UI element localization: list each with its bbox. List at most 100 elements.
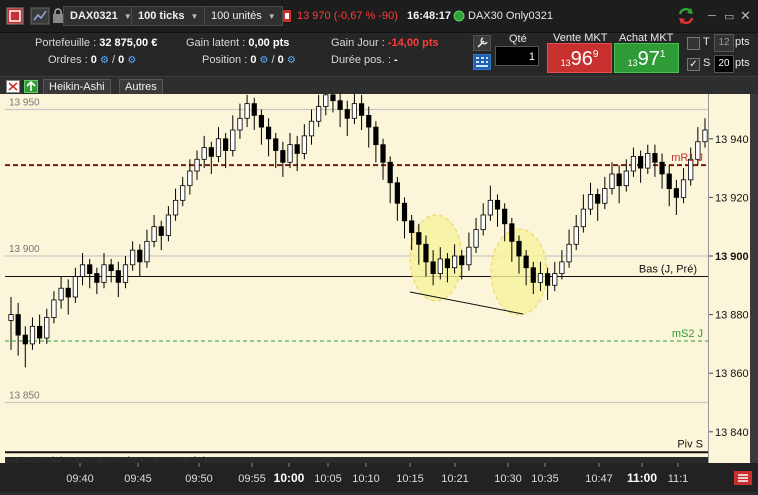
candle-body	[108, 264, 114, 272]
x-tick-label: 10:10	[352, 473, 380, 485]
candle-body	[580, 208, 586, 228]
candle-body	[273, 138, 279, 151]
restore-icon[interactable]: ▭	[724, 6, 734, 26]
candle-body	[230, 129, 236, 151]
candle-body	[451, 255, 458, 269]
candle-body	[358, 103, 365, 116]
candle-body	[223, 138, 229, 151]
candle-body	[609, 173, 615, 190]
ms2-label: mS2 J	[672, 328, 703, 340]
t-label: T	[703, 36, 710, 48]
candle-body	[294, 144, 300, 154]
candle-body	[165, 214, 172, 236]
others-button[interactable]: Autres	[119, 79, 163, 95]
ticks-select[interactable]: 100 ticks ▼	[131, 6, 206, 26]
t-value-input[interactable]: 12	[714, 34, 734, 52]
candle-body	[301, 135, 307, 154]
close-icon[interactable]: ✕	[740, 6, 751, 26]
y-tick-label: 13 900	[715, 251, 749, 263]
candle-body	[466, 246, 472, 266]
y-tick-label: 13 940	[715, 134, 749, 146]
candle-body	[566, 243, 572, 263]
x-tick-label: 10:21	[441, 473, 469, 485]
buy-price-fraction: 1	[659, 49, 666, 60]
candle-body	[251, 103, 257, 116]
candle-body	[409, 220, 415, 233]
minimize-icon[interactable]: ─	[708, 6, 716, 26]
s-checkbox[interactable]: ✓	[687, 58, 700, 71]
gear-icon[interactable]: ⚙	[127, 55, 136, 66]
candle-body	[72, 276, 78, 298]
candle-body	[101, 264, 107, 283]
s-label: S	[703, 57, 711, 69]
level-label: 13 950	[9, 98, 40, 109]
portfolio-label: Portefeuille :	[35, 37, 97, 49]
candle-body	[595, 194, 601, 204]
candle-body	[144, 240, 150, 263]
wrench-icon[interactable]	[472, 34, 492, 54]
candle-body	[394, 182, 400, 204]
piv-label: Piv S	[677, 438, 703, 450]
quantity-input[interactable]: 1	[495, 46, 539, 66]
price-chart[interactable]: 13 950 13 900 13 850 mR1 J Bas (J, Pré) mS2 …	[5, 94, 708, 467]
ticks-label: 100 ticks	[138, 10, 185, 22]
candle-body	[130, 249, 136, 266]
latent-label: Gain latent :	[186, 37, 246, 49]
level-label: 13 900	[9, 244, 40, 255]
red-square-icon[interactable]	[6, 6, 24, 26]
candle-body	[652, 153, 658, 163]
buy-price-prefix: 13	[627, 58, 638, 68]
candle-body	[530, 267, 536, 283]
candle-body	[473, 229, 479, 248]
candle-body	[194, 158, 200, 172]
candle-body	[65, 287, 71, 298]
chart-settings-icon[interactable]	[30, 6, 50, 26]
candle-body	[308, 120, 315, 137]
portfolio-value: 32 875,00 €	[99, 37, 158, 49]
candle-body	[122, 264, 129, 283]
chart-toolbar: Heikin-Ashi Autres	[0, 76, 758, 95]
gear-icon[interactable]: ⚙	[100, 55, 109, 66]
candle-body	[8, 314, 14, 321]
refresh-icon[interactable]	[676, 6, 696, 26]
chart-options-icon[interactable]	[734, 471, 752, 488]
y-tick-label: 13 860	[715, 368, 749, 380]
x-tick-label: 11:00	[627, 471, 657, 485]
chart-canvas: 13 950 13 900 13 850 mR1 J Bas (J, Pré) mS2 …	[5, 94, 708, 454]
instrument-select[interactable]: DAX0321 ▼	[63, 6, 139, 26]
mr1-label: mR1 J	[671, 152, 703, 164]
right-scrollbar[interactable]	[750, 94, 758, 463]
candle-body	[544, 273, 551, 286]
heikin-ashi-button[interactable]: Heikin-Ashi	[43, 79, 111, 95]
flag-icon	[282, 6, 292, 26]
level-label: 13 850	[9, 391, 40, 402]
t-unit: pts	[735, 36, 750, 48]
t-checkbox[interactable]	[687, 37, 700, 50]
y-tick-label: 13 880	[715, 310, 749, 322]
gear-icon[interactable]: ⚙	[260, 55, 269, 66]
time-axis[interactable]: 09:40 09:45 09:50 09:55 10:00 10:05 10:10 10:15…	[0, 463, 758, 492]
duration-label: Durée pos. :	[331, 54, 391, 66]
candle-body	[387, 161, 393, 184]
gear-icon[interactable]: ⚙	[287, 55, 296, 66]
account-info-panel: Portefeuille : 32 875,00 € Ordres : 0 ⚙ …	[0, 33, 469, 75]
candle-body	[416, 232, 422, 245]
units-select[interactable]: 100 unités ▼	[204, 6, 283, 26]
keypad-icon[interactable]	[472, 53, 492, 73]
s-value-input[interactable]: 20	[714, 55, 734, 73]
buy-market-button[interactable]: 13 97 1	[614, 43, 679, 73]
sell-market-button[interactable]: 13 96 9	[547, 43, 612, 73]
price-axis[interactable]: 13 96013 94013 92013 90013 88013 86013 8…	[708, 75, 751, 463]
candles	[8, 94, 708, 368]
candle-body	[602, 188, 608, 204]
candle-body	[502, 208, 508, 225]
buy-price-main: 97	[637, 48, 660, 70]
candle-body	[516, 240, 522, 257]
orders-slash: /	[112, 54, 116, 66]
candle-body	[423, 243, 429, 263]
units-label: 100 unités	[211, 10, 262, 22]
position-value-2: 0	[277, 54, 284, 66]
candle-body	[430, 261, 436, 274]
candle-body	[537, 273, 544, 283]
s-unit: pts	[735, 57, 750, 69]
